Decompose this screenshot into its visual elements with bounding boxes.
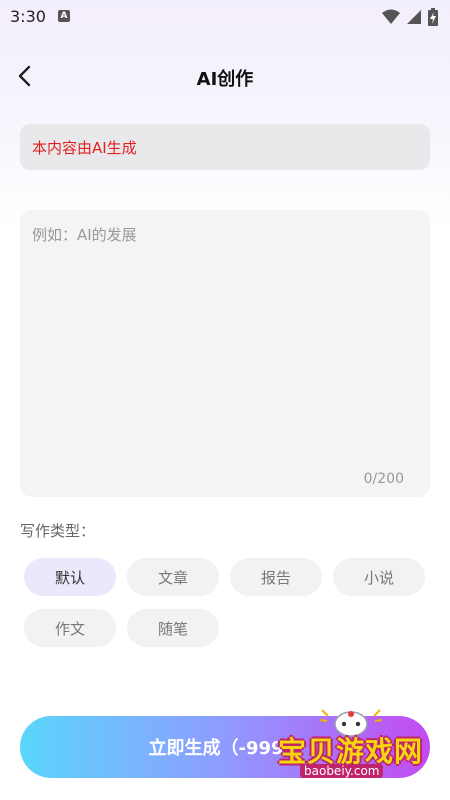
signal-icon bbox=[407, 10, 421, 24]
prompt-textarea[interactable] bbox=[20, 210, 430, 450]
chip-article[interactable]: 文章 bbox=[127, 558, 219, 596]
wifi-icon bbox=[382, 9, 400, 24]
chip-default[interactable]: 默认 bbox=[24, 558, 116, 596]
chip-essay[interactable]: 作文 bbox=[24, 609, 116, 647]
chip-report[interactable]: 报告 bbox=[230, 558, 322, 596]
writing-type-label: 写作类型： bbox=[20, 522, 96, 540]
prompt-input-box[interactable]: 0/200 bbox=[20, 210, 430, 497]
chip-jotting[interactable]: 随笔 bbox=[127, 609, 219, 647]
ai-generated-notice: 本内容由AI生成 bbox=[20, 124, 430, 170]
header: AI创作 bbox=[0, 50, 450, 104]
page-title: AI创作 bbox=[196, 69, 254, 90]
status-time: 3:30 bbox=[10, 7, 46, 26]
status-bar: 3:30 A bbox=[0, 0, 450, 34]
status-icons bbox=[382, 8, 438, 26]
watermark: 宝贝游戏网 baobeiy.com bbox=[278, 700, 428, 790]
notification-a-icon: A bbox=[58, 10, 70, 22]
battery-icon bbox=[428, 8, 438, 26]
watermark-url: baobeiy.com bbox=[300, 764, 384, 778]
char-counter: 0/200 bbox=[363, 471, 404, 487]
chip-novel[interactable]: 小说 bbox=[333, 558, 425, 596]
